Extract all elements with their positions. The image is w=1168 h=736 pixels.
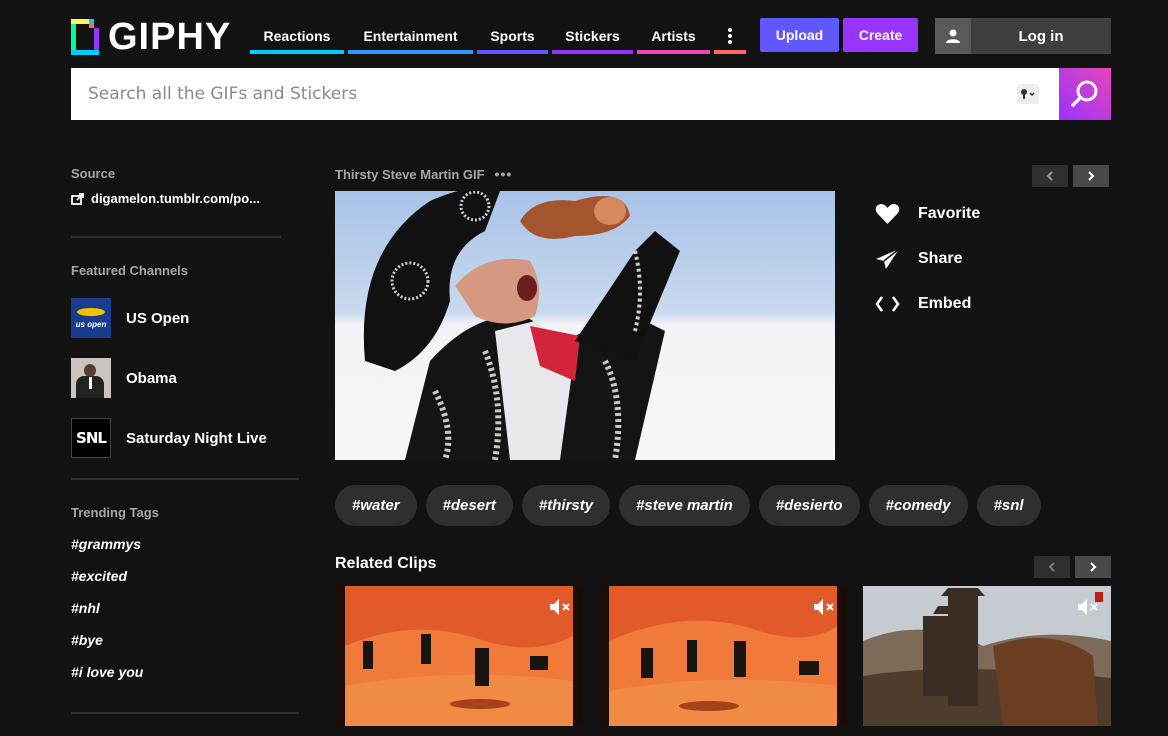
chevron-right-icon — [1088, 171, 1095, 181]
gif-illustration — [335, 191, 835, 460]
tag-pill[interactable]: #snl — [976, 485, 1041, 526]
create-button[interactable]: Create — [843, 18, 918, 52]
nav-underline — [348, 50, 473, 54]
more-options-button[interactable]: ••• — [495, 166, 513, 182]
featured-channels-heading: Featured Channels — [71, 263, 189, 278]
related-prev-button[interactable] — [1034, 556, 1070, 578]
related-clip[interactable] — [599, 586, 847, 726]
tag-pill[interactable]: #comedy — [868, 485, 968, 526]
code-brackets-icon — [875, 296, 900, 312]
nav-underline — [477, 50, 548, 54]
share-label: Share — [918, 250, 963, 267]
divider — [71, 478, 299, 480]
chevron-right-icon — [1090, 562, 1097, 572]
channel-avatar: SNL — [71, 418, 111, 458]
tag-pill[interactable]: #desierto — [758, 485, 860, 526]
favorite-button[interactable]: Favorite — [875, 203, 980, 225]
nav-label: Sports — [490, 28, 535, 44]
share-button[interactable]: Share — [875, 248, 962, 270]
related-clips-heading: Related Clips — [335, 555, 437, 572]
more-vertical-icon — [728, 28, 732, 44]
nav-label: Entertainment — [363, 28, 458, 44]
clip-thumbnail — [599, 586, 847, 726]
login-label: Log in — [1018, 27, 1064, 45]
next-gif-button[interactable] — [1073, 165, 1109, 187]
channel-avatar: us open — [71, 298, 111, 338]
tag-pill[interactable]: #thirsty — [521, 485, 611, 526]
main-nav: Reactions Entertainment Sports Stickers … — [250, 18, 750, 54]
upload-button[interactable]: Upload — [760, 18, 839, 52]
trending-tags-heading: Trending Tags — [71, 505, 159, 520]
tag-pill[interactable]: #steve martin — [619, 485, 750, 526]
nav-sports[interactable]: Sports — [477, 18, 548, 54]
chevron-left-icon — [1046, 171, 1053, 181]
tag-pill[interactable]: #desert — [425, 485, 513, 526]
search-input[interactable] — [71, 68, 1059, 120]
key-icon[interactable] — [1017, 84, 1039, 104]
source-heading: Source — [71, 166, 116, 181]
nav-more-button[interactable] — [714, 18, 746, 54]
trending-tag[interactable]: #nhl — [71, 592, 299, 624]
nav-reactions[interactable]: Reactions — [250, 18, 344, 54]
clip-thumbnail — [335, 586, 583, 726]
nav-stickers[interactable]: Stickers — [552, 18, 633, 54]
login-button[interactable]: Log in — [935, 18, 1111, 54]
user-icon — [935, 18, 971, 54]
divider — [71, 712, 299, 714]
sidebar: Source digamelon.tumblr.com/po... Featur… — [71, 166, 299, 714]
nav-entertainment[interactable]: Entertainment — [348, 18, 473, 54]
trending-tag[interactable]: #excited — [71, 560, 299, 592]
embed-label: Embed — [918, 295, 972, 312]
paper-plane-icon — [876, 248, 900, 269]
giphy-logo[interactable]: GIPHY — [71, 16, 232, 58]
trending-tag[interactable]: #bye — [71, 624, 299, 656]
nav-label: Artists — [651, 28, 696, 44]
mute-icon[interactable] — [1077, 598, 1101, 616]
favorite-label: Favorite — [918, 205, 981, 222]
trending-tag[interactable]: #grammys — [71, 528, 299, 560]
embed-button[interactable]: Embed — [875, 293, 971, 315]
gif-title-text: Thirsty Steve Martin GIF — [335, 166, 485, 182]
channel-name: Obama — [126, 369, 177, 387]
related-clip[interactable] — [335, 586, 583, 726]
nav-underline — [637, 50, 710, 54]
channel-saturday-night-live[interactable]: SNL Saturday Night Live — [71, 418, 299, 458]
prev-gif-button[interactable] — [1032, 165, 1068, 187]
nav-artists[interactable]: Artists — [637, 18, 710, 54]
tag-pill[interactable]: #water — [335, 485, 417, 526]
mute-icon[interactable] — [549, 598, 573, 616]
source-url: digamelon.tumblr.com/po... — [91, 191, 261, 206]
channel-us-open[interactable]: us open US Open — [71, 298, 299, 338]
giphy-logo-mark — [71, 19, 99, 55]
mute-icon[interactable] — [813, 598, 837, 616]
gif-tags: #water #desert #thirsty #steve martin #d… — [335, 485, 1050, 526]
logo-text: GIPHY — [108, 16, 232, 58]
clip-thumbnail — [863, 586, 1111, 726]
nav-underline — [714, 50, 746, 54]
nav-underline — [552, 50, 633, 54]
divider — [71, 236, 281, 238]
channel-name: Saturday Night Live — [126, 429, 267, 447]
gif-title: Thirsty Steve Martin GIF ••• — [335, 166, 512, 182]
channel-obama[interactable]: Obama — [71, 358, 299, 398]
external-link-icon — [71, 192, 84, 205]
chevron-left-icon — [1048, 562, 1055, 572]
channel-name: US Open — [126, 309, 190, 327]
nav-label: Stickers — [565, 28, 620, 44]
nav-label: Reactions — [263, 28, 331, 44]
nav-underline — [250, 50, 344, 54]
trending-tag[interactable]: #i love you — [71, 656, 299, 688]
gif-image[interactable] — [335, 191, 835, 460]
heart-icon — [875, 204, 900, 224]
search-bar — [71, 68, 1111, 120]
related-clip[interactable] — [863, 586, 1111, 726]
related-next-button[interactable] — [1075, 556, 1111, 578]
channel-avatar — [71, 358, 111, 398]
search-button[interactable] — [1059, 68, 1111, 120]
source-link[interactable]: digamelon.tumblr.com/po... — [71, 191, 299, 206]
search-icon — [1071, 80, 1098, 107]
